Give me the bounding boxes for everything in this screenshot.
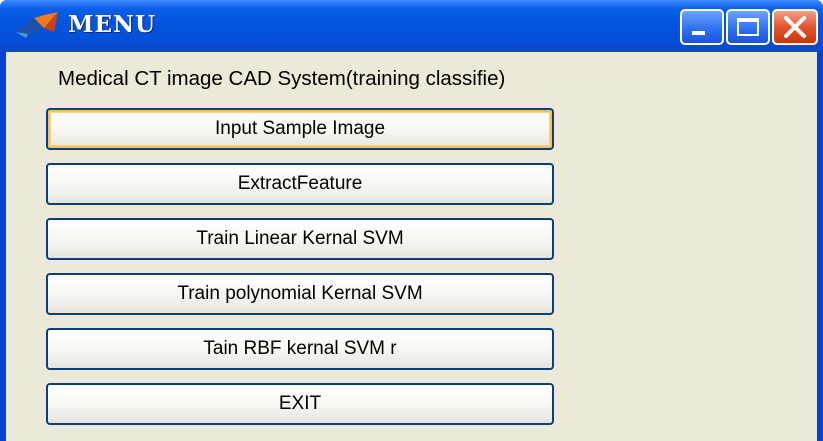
title-bar[interactable]: MENU	[0, 0, 823, 52]
system-caption: Medical CT image CAD System(training cla…	[58, 67, 506, 90]
matlab-logo-icon	[16, 12, 58, 38]
maximize-icon	[737, 18, 759, 36]
close-icon	[784, 16, 806, 38]
exit-button[interactable]: EXIT	[46, 383, 554, 425]
window-title: MENU	[68, 11, 157, 38]
train-polynomial-svm-button[interactable]: Train polynomial Kernal SVM	[46, 273, 554, 315]
train-linear-svm-button[interactable]: Train Linear Kernal SVM	[46, 218, 554, 260]
train-rbf-svm-button[interactable]: Tain RBF kernal SVM r	[46, 328, 554, 370]
maximize-button[interactable]	[726, 9, 770, 45]
input-sample-image-button[interactable]: Input Sample Image	[46, 108, 554, 150]
close-button[interactable]	[772, 9, 818, 45]
minimize-button[interactable]	[680, 9, 724, 45]
extract-feature-button[interactable]: ExtractFeature	[46, 163, 554, 205]
app-window: MENU Medical CT image CAD System(trainin…	[0, 0, 823, 441]
minimize-icon	[692, 31, 705, 35]
